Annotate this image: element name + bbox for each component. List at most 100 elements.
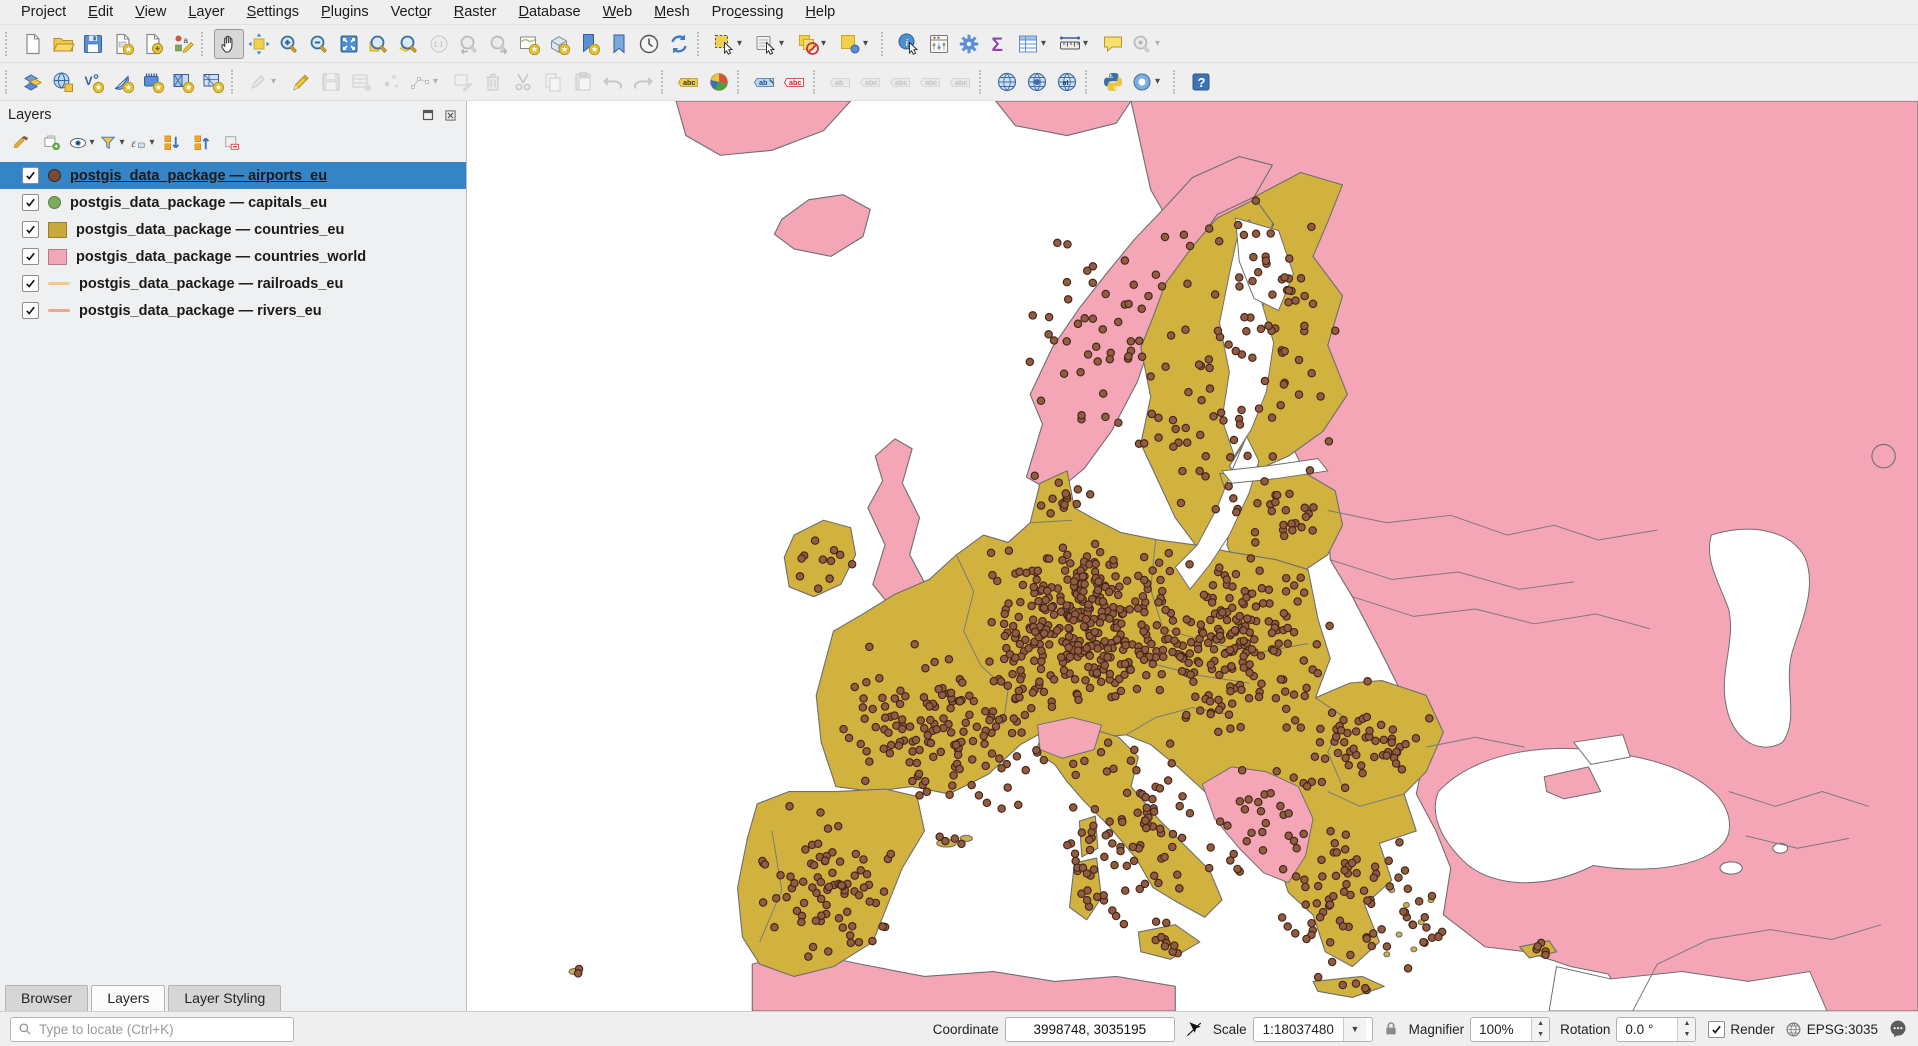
vertex-tool-dropdown[interactable]: ▾ bbox=[433, 77, 438, 87]
layer-diagram-button[interactable] bbox=[704, 67, 734, 97]
new-virtual-layer-button[interactable] bbox=[168, 67, 198, 97]
crs-status[interactable]: EPSG:3035 bbox=[1807, 1022, 1878, 1037]
processing-toolbox-button[interactable] bbox=[954, 29, 984, 59]
lock-scale-icon[interactable] bbox=[1383, 1021, 1399, 1037]
tab-layers[interactable]: Layers bbox=[91, 985, 165, 1011]
measure-line-dropdown[interactable]: ▾ bbox=[1083, 39, 1088, 49]
globe-language-button[interactable]: at bbox=[1052, 67, 1082, 97]
geocoder-dropdown[interactable]: ▾ bbox=[1155, 39, 1160, 49]
new-project-button[interactable] bbox=[18, 29, 48, 59]
float-panel-button[interactable] bbox=[420, 107, 436, 123]
new-map-view-button[interactable] bbox=[514, 29, 544, 59]
filter-legend-button[interactable]: ▾ bbox=[98, 130, 125, 156]
help-contents-button[interactable]: ? bbox=[1186, 67, 1216, 97]
manage-map-themes-button[interactable]: ▾ bbox=[68, 130, 95, 156]
refresh-map-button[interactable] bbox=[664, 29, 694, 59]
select-features-by-value-button[interactable]: ▾ bbox=[752, 29, 794, 59]
messages-button[interactable] bbox=[1888, 1019, 1908, 1039]
layer-checkbox[interactable] bbox=[22, 221, 39, 238]
highlight-pinned-labels-button[interactable]: abc bbox=[780, 67, 810, 97]
menu-settings[interactable]: Settings bbox=[236, 1, 310, 23]
menu-plugins[interactable]: Plugins bbox=[310, 1, 380, 23]
attribute-table-dropdown[interactable]: ▾ bbox=[1041, 39, 1046, 49]
temporal-controller-button[interactable] bbox=[634, 29, 664, 59]
open-layer-styling-button[interactable] bbox=[8, 130, 35, 156]
osm-place-search-button[interactable]: ▾ bbox=[1128, 67, 1170, 97]
zoom-out-button[interactable] bbox=[304, 29, 334, 59]
zoom-in-button[interactable] bbox=[274, 29, 304, 59]
select-by-location-dropdown[interactable]: ▾ bbox=[863, 39, 868, 49]
deselect-features-button[interactable]: ▾ bbox=[794, 29, 836, 59]
filter-by-expression-button[interactable]: ε▾ bbox=[128, 130, 155, 156]
expand-all-button[interactable] bbox=[158, 130, 185, 156]
tab-layer-styling[interactable]: Layer Styling bbox=[168, 985, 281, 1011]
toggle-editing-button[interactable] bbox=[286, 67, 316, 97]
osm-place-search-dropdown[interactable]: ▾ bbox=[1155, 77, 1160, 87]
toggle-extents-icon[interactable] bbox=[1185, 1020, 1203, 1038]
layer-checkbox[interactable] bbox=[22, 194, 39, 211]
menu-raster[interactable]: Raster bbox=[443, 1, 508, 23]
select-features-button[interactable]: ▾ bbox=[710, 29, 752, 59]
rotation-spinbox[interactable]: 0.0 ° ▲▼ bbox=[1616, 1017, 1696, 1042]
add-point-cloud-layer-button[interactable]: V bbox=[78, 67, 108, 97]
tab-browser[interactable]: Browser bbox=[5, 985, 88, 1011]
select-features-by-value-dropdown[interactable]: ▾ bbox=[779, 39, 784, 49]
filter-legend-dropdown[interactable]: ▾ bbox=[119, 138, 124, 148]
layer-row[interactable]: postgis_data_package — railroads_eu bbox=[0, 270, 466, 297]
zoom-to-layer-button[interactable] bbox=[394, 29, 424, 59]
menu-mesh[interactable]: Mesh bbox=[643, 1, 700, 23]
add-vector-layer-button[interactable] bbox=[48, 67, 78, 97]
remove-layer-button[interactable] bbox=[218, 130, 245, 156]
menu-edit[interactable]: Edit bbox=[77, 1, 124, 23]
pan-map-button[interactable] bbox=[214, 29, 244, 59]
layer-checkbox[interactable] bbox=[22, 248, 39, 265]
select-features-dropdown[interactable]: ▾ bbox=[737, 39, 742, 49]
magnifier-spinbox[interactable]: 100% ▲▼ bbox=[1470, 1017, 1550, 1042]
zoom-full-button[interactable] bbox=[334, 29, 364, 59]
current-edits-dropdown[interactable]: ▾ bbox=[271, 77, 276, 87]
crs-globe-icon[interactable] bbox=[1785, 1021, 1802, 1038]
menu-layer[interactable]: Layer bbox=[177, 1, 235, 23]
layer-row[interactable]: postgis_data_package — rivers_eu bbox=[0, 297, 466, 324]
layer-checkbox[interactable] bbox=[22, 302, 39, 319]
select-by-location-button[interactable]: ▾ bbox=[836, 29, 878, 59]
layer-row[interactable]: postgis_data_package — capitals_eu bbox=[0, 189, 466, 216]
coordinate-input[interactable]: 3998748, 3035195 bbox=[1005, 1017, 1175, 1042]
new-mesh-layer-button[interactable] bbox=[198, 67, 228, 97]
close-panel-button[interactable] bbox=[442, 107, 458, 123]
manage-map-themes-dropdown[interactable]: ▾ bbox=[89, 138, 94, 148]
show-layout-manager-button[interactable] bbox=[138, 29, 168, 59]
scale-combobox[interactable]: 1:18037480 ▼ bbox=[1253, 1017, 1373, 1042]
measure-line-button[interactable]: ▾ bbox=[1056, 29, 1098, 59]
menu-help[interactable]: Help bbox=[794, 1, 846, 23]
layer-row[interactable]: postgis_data_package — airports_eu bbox=[0, 162, 466, 189]
style-manager-button[interactable]: a bbox=[168, 29, 198, 59]
menu-web[interactable]: Web bbox=[592, 1, 644, 23]
layer-checkbox[interactable] bbox=[22, 275, 39, 292]
attribute-table-button[interactable]: ▾ bbox=[1014, 29, 1056, 59]
add-group-button[interactable] bbox=[38, 130, 65, 156]
open-project-button[interactable] bbox=[48, 29, 78, 59]
layer-checkbox[interactable] bbox=[22, 167, 39, 184]
show-spatial-bookmarks-button[interactable] bbox=[604, 29, 634, 59]
identify-features-button[interactable]: i bbox=[894, 29, 924, 59]
statistical-summary-button[interactable]: Σ bbox=[984, 29, 1014, 59]
new-print-layout-button[interactable] bbox=[108, 29, 138, 59]
save-project-button[interactable] bbox=[78, 29, 108, 59]
menu-project[interactable]: Project bbox=[10, 1, 77, 23]
pan-to-selection-button[interactable] bbox=[244, 29, 274, 59]
map-canvas[interactable] bbox=[467, 101, 1918, 1011]
locator-input[interactable]: Type to locate (Ctrl+K) bbox=[10, 1017, 294, 1042]
collapse-all-button[interactable] bbox=[188, 130, 215, 156]
layer-row[interactable]: postgis_data_package — countries_world bbox=[0, 243, 466, 270]
menu-view[interactable]: View bbox=[124, 1, 177, 23]
data-source-manager-button[interactable] bbox=[18, 67, 48, 97]
menu-processing[interactable]: Processing bbox=[701, 1, 795, 23]
new-spatial-bookmark-button[interactable] bbox=[574, 29, 604, 59]
pin-labels-button[interactable]: ab bbox=[750, 67, 780, 97]
new-3d-map-view-button[interactable] bbox=[544, 29, 574, 59]
map-tips-button[interactable] bbox=[1098, 29, 1128, 59]
deselect-features-dropdown[interactable]: ▾ bbox=[821, 39, 826, 49]
zoom-to-selection-button[interactable] bbox=[364, 29, 394, 59]
new-geopackage-layer-button[interactable] bbox=[138, 67, 168, 97]
